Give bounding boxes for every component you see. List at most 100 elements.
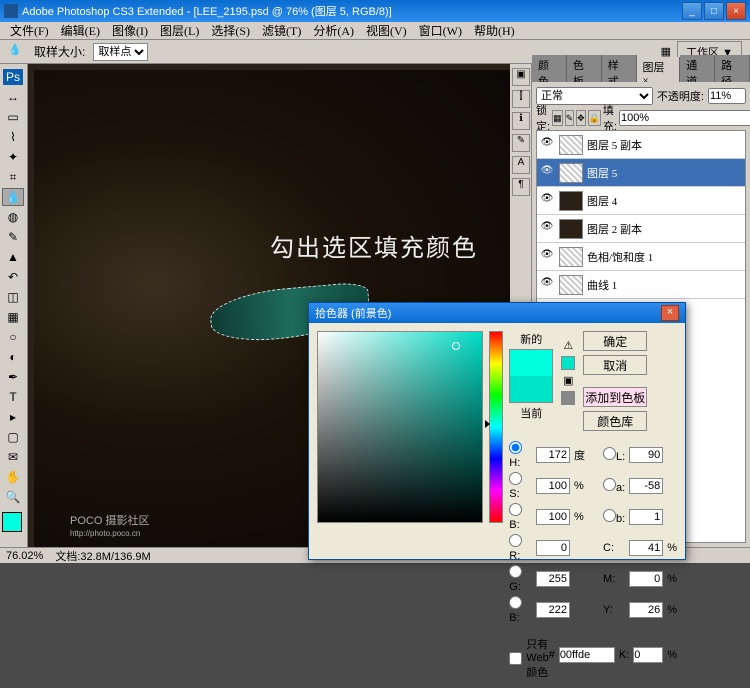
ok-button[interactable]: 确定	[583, 331, 647, 351]
stamp-tool[interactable]: ▲	[2, 248, 24, 266]
menu-image[interactable]: 图像(I)	[106, 22, 154, 39]
lb-field[interactable]	[629, 509, 663, 525]
eraser-tool[interactable]: ◫	[2, 288, 24, 306]
layer-thumb[interactable]	[559, 191, 583, 211]
a-field[interactable]	[629, 478, 663, 494]
layer-thumb[interactable]	[559, 247, 583, 267]
lock-transparency-icon[interactable]: ▦	[552, 110, 563, 126]
a-radio[interactable]: a:	[603, 478, 625, 494]
character-icon[interactable]: A	[512, 156, 530, 174]
visibility-icon[interactable]: 👁	[539, 221, 555, 237]
fill-field[interactable]	[619, 110, 750, 126]
pen-tool[interactable]: ✒	[2, 368, 24, 386]
lb-radio[interactable]: b:	[603, 509, 625, 525]
y-field[interactable]	[629, 602, 663, 618]
add-swatch-button[interactable]: 添加到色板	[583, 387, 647, 407]
zoom-level[interactable]: 76.02%	[6, 550, 43, 562]
dodge-tool[interactable]: ◐	[2, 348, 24, 366]
m-field[interactable]	[629, 571, 663, 587]
layer-thumb[interactable]	[559, 163, 583, 183]
maximize-button[interactable]: □	[704, 2, 724, 20]
menu-window[interactable]: 窗口(W)	[413, 22, 468, 39]
info-icon[interactable]: ℹ	[512, 112, 530, 130]
layer-thumb[interactable]	[559, 219, 583, 239]
l-radio[interactable]: L:	[603, 447, 625, 463]
hand-tool[interactable]: ✋	[2, 468, 24, 486]
opacity-field[interactable]	[708, 88, 746, 104]
visibility-icon[interactable]: 👁	[539, 193, 555, 209]
b-field[interactable]	[536, 509, 570, 525]
eyedropper-tool[interactable]: 💧	[2, 188, 24, 206]
menu-layer[interactable]: 图层(L)	[154, 22, 205, 39]
gamut-swatch[interactable]	[561, 391, 575, 405]
color-cursor[interactable]	[452, 342, 460, 350]
zoom-tool[interactable]: 🔍	[2, 488, 24, 506]
web-only-checkbox[interactable]	[509, 652, 522, 665]
layer-row[interactable]: 👁图层 2 副本	[537, 215, 745, 243]
menu-help[interactable]: 帮助(H)	[468, 22, 521, 39]
dialog-titlebar[interactable]: 拾色器 (前景色) ×	[309, 303, 685, 323]
heal-tool[interactable]: ◍	[2, 208, 24, 226]
navigator-icon[interactable]: ▣	[512, 68, 530, 86]
s-field[interactable]	[536, 478, 570, 494]
menu-filter[interactable]: 滤镜(T)	[256, 22, 307, 39]
menu-view[interactable]: 视图(V)	[360, 22, 413, 39]
brushes-icon[interactable]: ✎	[512, 134, 530, 152]
visibility-icon[interactable]: 👁	[539, 277, 555, 293]
color-library-button[interactable]: 颜色库	[583, 411, 647, 431]
k-field[interactable]	[633, 647, 663, 663]
hex-field[interactable]	[559, 647, 615, 663]
layer-row[interactable]: 👁色相/饱和度 1	[537, 243, 745, 271]
close-button[interactable]: ×	[726, 2, 746, 20]
layer-thumb[interactable]	[559, 275, 583, 295]
lock-paint-icon[interactable]: ✎	[565, 110, 575, 126]
layer-row[interactable]: 👁图层 5	[537, 159, 745, 187]
gradient-tool[interactable]: ▦	[2, 308, 24, 326]
visibility-icon[interactable]: 👁	[539, 137, 555, 153]
visibility-icon[interactable]: 👁	[539, 165, 555, 181]
menu-edit[interactable]: 编辑(E)	[55, 22, 106, 39]
layer-row[interactable]: 👁图层 5 副本	[537, 131, 745, 159]
minimize-button[interactable]: _	[682, 2, 702, 20]
saturation-field[interactable]	[317, 331, 483, 523]
c-field[interactable]	[629, 540, 663, 556]
hue-pointer[interactable]	[485, 420, 490, 428]
warning-icon[interactable]: ⚠	[563, 339, 573, 352]
marquee-tool[interactable]: ▭	[2, 108, 24, 126]
l-field[interactable]	[629, 447, 663, 463]
b-radio[interactable]: B:	[509, 503, 532, 531]
wand-tool[interactable]: ✦	[2, 148, 24, 166]
shape-tool[interactable]: ▢	[2, 428, 24, 446]
crop-tool[interactable]: ⌗	[2, 168, 24, 186]
layer-row[interactable]: 👁曲线 1	[537, 271, 745, 299]
blur-tool[interactable]: ○	[2, 328, 24, 346]
g-radio[interactable]: G:	[509, 565, 532, 593]
h-radio[interactable]: H:	[509, 441, 532, 469]
bl-radio[interactable]: B:	[509, 596, 532, 624]
closest-web-swatch[interactable]	[561, 356, 575, 370]
dialog-close-button[interactable]: ×	[661, 305, 679, 321]
history-brush-tool[interactable]: ↶	[2, 268, 24, 286]
bl-field[interactable]	[536, 602, 570, 618]
layer-thumb[interactable]	[559, 135, 583, 155]
layer-row[interactable]: 👁图层 4	[537, 187, 745, 215]
g-field[interactable]	[536, 571, 570, 587]
r-field[interactable]	[536, 540, 570, 556]
hue-slider[interactable]	[489, 331, 503, 523]
lock-position-icon[interactable]: ✥	[576, 110, 586, 126]
lock-all-icon[interactable]: 🔒	[588, 110, 601, 126]
path-select-tool[interactable]: ▸	[2, 408, 24, 426]
cancel-button[interactable]: 取消	[583, 355, 647, 375]
blend-mode-select[interactable]: 正常	[536, 87, 653, 105]
r-radio[interactable]: R:	[509, 534, 532, 562]
paragraph-icon[interactable]: ¶	[512, 178, 530, 196]
histogram-icon[interactable]: ⫿	[512, 90, 530, 108]
cube-icon[interactable]: ▣	[563, 374, 573, 387]
color-preview[interactable]	[509, 349, 553, 403]
notes-tool[interactable]: ✉	[2, 448, 24, 466]
h-field[interactable]	[536, 447, 570, 463]
visibility-icon[interactable]: 👁	[539, 249, 555, 265]
menu-select[interactable]: 选择(S)	[205, 22, 256, 39]
sample-size-select[interactable]: 取样点	[93, 43, 148, 61]
lasso-tool[interactable]: ⌇	[2, 128, 24, 146]
